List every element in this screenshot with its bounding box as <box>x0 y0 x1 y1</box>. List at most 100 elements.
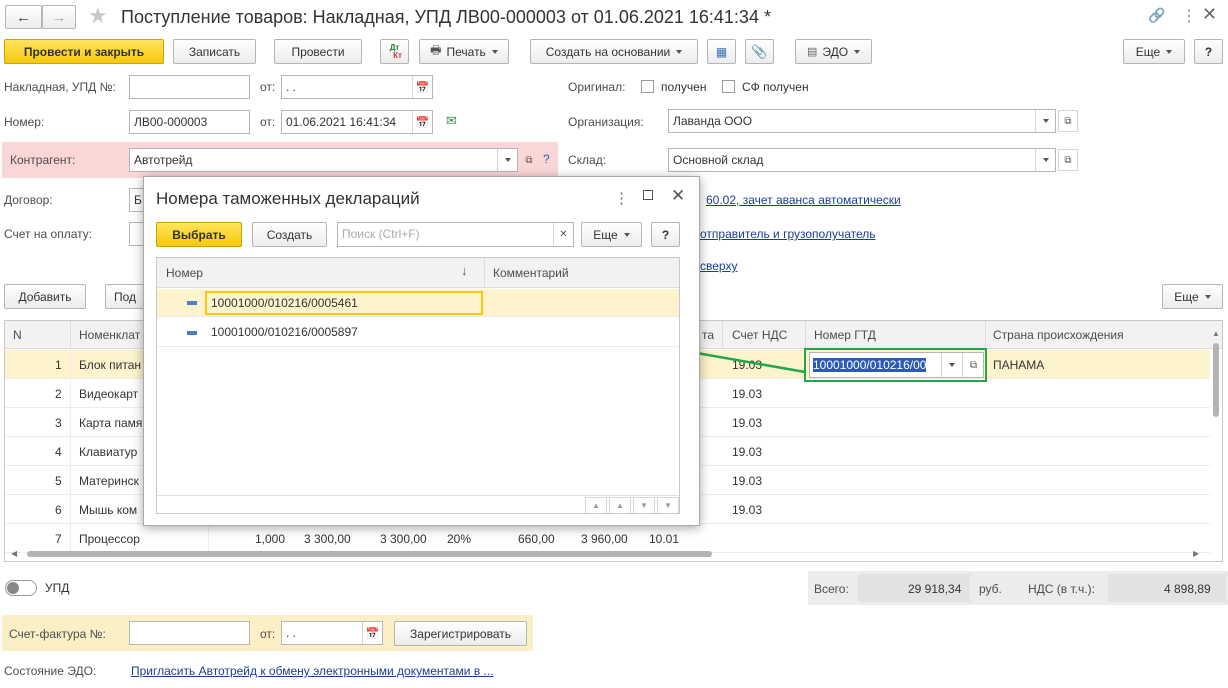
row-n: 5 <box>55 474 62 488</box>
attach-button[interactable]: 📎 <box>745 39 774 64</box>
print-button[interactable]: 🖶 Печать <box>419 39 509 64</box>
calendar-button[interactable]: 📅 <box>412 111 432 133</box>
settlements-link[interactable]: 60.02, зачет аванса автоматически <box>706 193 901 207</box>
post-and-close-button[interactable]: Провести и закрыть <box>4 39 164 64</box>
col-comment-header[interactable]: Комментарий <box>493 266 569 280</box>
row-n: 6 <box>55 503 62 517</box>
vertical-scrollbar[interactable] <box>1213 343 1219 417</box>
organization-field[interactable]: Лаванда ООО <box>668 109 1056 133</box>
dt-kt-button[interactable]: Дт Кт <box>380 39 409 64</box>
help-button[interactable]: ? <box>1194 39 1223 64</box>
col-number-header[interactable]: Номер <box>166 266 203 280</box>
chevron-down-icon <box>854 49 861 54</box>
sort-down-icon[interactable]: ↓ <box>461 263 468 278</box>
original-received-checkbox[interactable] <box>641 80 654 93</box>
invoice-date-field[interactable]: . . 📅 <box>281 75 433 99</box>
number-date-value: 01.06.2021 16:41:34 <box>286 115 397 129</box>
original-received-label: получен <box>661 80 707 94</box>
counterparty-open-button[interactable]: ⧉ <box>520 149 538 171</box>
register-button[interactable]: Зарегистрировать <box>394 621 527 646</box>
row-account: 19.03 <box>732 387 763 401</box>
shipper-link[interactable]: отправитель и грузополучатель <box>700 227 876 241</box>
gtd-cell-editor[interactable]: 10001000/010216/00 ⧉ <box>809 352 984 378</box>
row-qty: 1,000 <box>255 532 286 546</box>
counterparty-dropdown-button[interactable] <box>497 149 517 171</box>
add-row-button[interactable]: Добавить <box>4 284 86 309</box>
scroll-left-icon[interactable]: ◀ <box>11 549 17 558</box>
edo-button[interactable]: ▤ ЭДО <box>795 39 872 64</box>
col-name-header[interactable]: Номенклат <box>79 328 140 342</box>
col-n-header[interactable]: N <box>13 328 22 342</box>
dialog-create-button[interactable]: Создать <box>252 222 327 247</box>
scroll-up-icon[interactable]: ▲ <box>1212 329 1220 338</box>
open-icon: ⧉ <box>1064 154 1072 166</box>
gtd-open-button[interactable]: ⧉ <box>962 353 984 377</box>
nav-last-button[interactable]: ▼ <box>657 497 679 513</box>
number-label: Номер: <box>4 115 45 129</box>
arrow-left-icon: ← <box>16 8 31 26</box>
warehouse-dropdown-button[interactable] <box>1035 149 1055 171</box>
sf-number-field[interactable] <box>129 621 250 645</box>
structure-button[interactable]: ▦ <box>707 39 736 64</box>
invoice-number-field[interactable] <box>129 75 250 99</box>
window-title: Поступление товаров: Накладная, УПД ЛВ00… <box>121 7 771 27</box>
more-button[interactable]: Еще <box>1123 39 1185 64</box>
arrow-right-icon: → <box>51 8 67 26</box>
scroll-right-icon[interactable]: ▶ <box>1193 549 1199 558</box>
forward-button[interactable]: → <box>42 5 76 29</box>
number-field[interactable]: ЛВ00-000003 <box>129 110 250 134</box>
maximize-icon[interactable] <box>643 190 653 200</box>
col-gtd-header[interactable]: Номер ГТД <box>814 328 876 342</box>
nav-first-button[interactable]: ▲ <box>585 497 607 513</box>
calendar-icon: 📅 <box>415 116 430 129</box>
number-date-field[interactable]: 01.06.2021 16:41:34 📅 <box>281 110 433 134</box>
dialog-help-button[interactable]: ? <box>651 222 680 247</box>
calendar-button[interactable]: 📅 <box>362 622 382 644</box>
sf-received-label: СФ получен <box>742 80 809 94</box>
chevron-down-icon <box>1166 49 1173 54</box>
row-rate: 20% <box>447 532 472 546</box>
gtd-dropdown-button[interactable] <box>941 353 961 377</box>
warehouse-label: Склад: <box>568 153 607 167</box>
edo-invite-link[interactable]: Пригласить Автотрейд к обмену электронны… <box>131 664 494 678</box>
row-n: 2 <box>55 387 62 401</box>
vat-link[interactable]: сверху <box>700 259 737 273</box>
first-icon: ▲ <box>592 501 600 510</box>
link-icon[interactable]: 🔗 <box>1148 7 1165 24</box>
dialog-search-input[interactable]: Поиск (Ctrl+F) ✕ <box>337 222 574 247</box>
invoice-date-value: . . <box>286 80 297 94</box>
nav-down-button[interactable]: ▼ <box>633 497 655 513</box>
upd-toggle[interactable] <box>5 580 37 596</box>
sf-received-checkbox[interactable] <box>722 80 735 93</box>
create-based-on-button[interactable]: Создать на основании <box>530 39 698 64</box>
horizontal-scrollbar[interactable] <box>27 551 712 557</box>
dialog-select-button[interactable]: Выбрать <box>156 222 242 247</box>
back-button[interactable]: ← <box>5 5 42 29</box>
search-clear-button[interactable]: ✕ <box>553 223 573 246</box>
list-item-number: 10001000/010216/0005461 <box>211 296 358 310</box>
nav-up-button[interactable]: ▲ <box>609 497 631 513</box>
payment-label: Счет на оплату: <box>4 227 93 241</box>
organization-dropdown-button[interactable] <box>1035 110 1055 132</box>
save-button[interactable]: Записать <box>173 39 256 64</box>
counterparty-field[interactable]: Автотрейд <box>129 148 518 172</box>
more-vert-icon[interactable]: ⋮ <box>614 189 629 207</box>
more-vert-icon[interactable]: ⋮ <box>1181 6 1197 26</box>
row-country: ПАНАМА <box>993 358 1045 372</box>
close-icon[interactable]: ✕ <box>1202 4 1217 25</box>
dialog-more-button[interactable]: Еще <box>581 222 642 247</box>
favorite-star-icon[interactable]: ★ <box>88 3 108 29</box>
col-country-header[interactable]: Страна происхождения <box>993 328 1124 342</box>
post-button[interactable]: Провести <box>274 39 362 64</box>
warehouse-open-button[interactable]: ⧉ <box>1058 149 1078 171</box>
organization-open-button[interactable]: ⧉ <box>1058 110 1078 132</box>
vat-total-label: НДС (в т.ч.): <box>1028 582 1095 596</box>
close-icon[interactable]: ✕ <box>671 186 685 206</box>
comment-icon[interactable]: ✉ <box>446 113 457 129</box>
sf-date-field[interactable]: . . 📅 <box>281 621 383 645</box>
table-more-button[interactable]: Еще <box>1162 284 1223 309</box>
open-icon: ⧉ <box>525 154 533 166</box>
warehouse-field[interactable]: Основной склад <box>668 148 1056 172</box>
help-question-icon[interactable]: ? <box>543 152 550 166</box>
calendar-button[interactable]: 📅 <box>412 76 432 98</box>
